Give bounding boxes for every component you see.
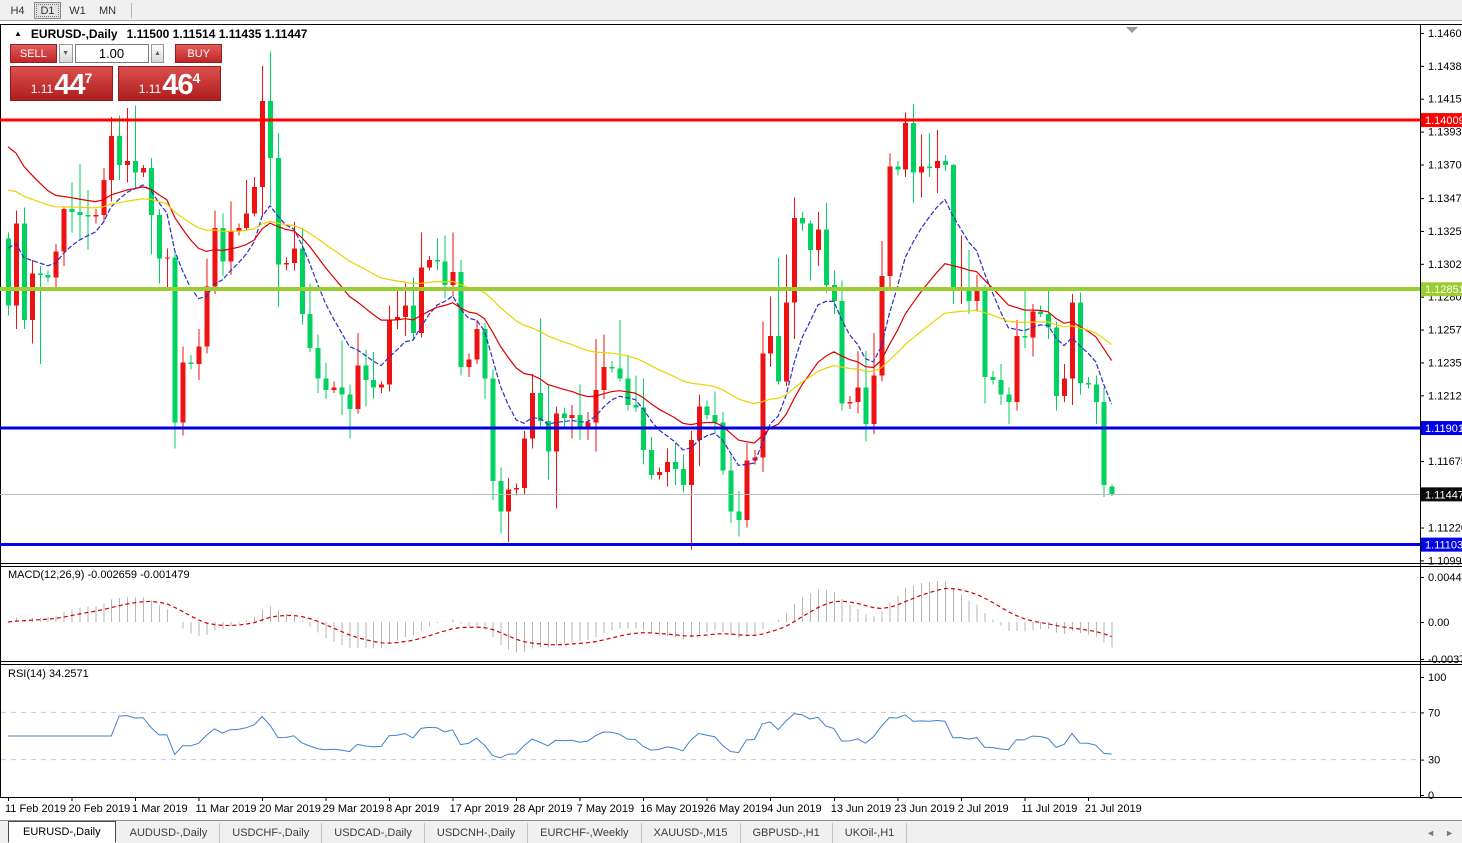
date-label: 29 Mar 2019 (323, 803, 385, 815)
rsi-name: RSI(14) (8, 668, 46, 680)
macd-indicator-label: MACD(12,26,9) -0.002659 -0.001479 (8, 569, 190, 581)
date-label: 20 Feb 2019 (69, 803, 131, 815)
date-label: 7 May 2019 (577, 803, 634, 815)
tab-usdchf-daily[interactable]: USDCHF-,Daily (220, 823, 322, 843)
price-tick-label: 1.13250 (1428, 226, 1462, 238)
macd-values: -0.002659 -0.001479 (87, 569, 189, 581)
tab-ukoil-h1[interactable]: UKOil-,H1 (833, 823, 908, 843)
tab-gbpusd-h1[interactable]: GBPUSD-,H1 (741, 823, 833, 843)
date-label: 21 Jul 2019 (1085, 803, 1142, 815)
price-level-label: 1.14009 (1425, 115, 1462, 127)
tab-eurusd-daily[interactable]: EURUSD-,Daily (8, 821, 116, 843)
price-level-label: 1.11901 (1425, 423, 1462, 435)
price-tick-label: 1.11675 (1428, 456, 1462, 468)
tab-scroll-left-icon[interactable]: ◄ (1426, 828, 1435, 838)
toolbar-separator (131, 3, 132, 18)
date-label: 16 May 2019 (640, 803, 704, 815)
price-tick-label: 1.11220 (1428, 523, 1462, 535)
date-label: 4 Jun 2019 (767, 803, 821, 815)
chart-ohlc-values: 1.11500 1.11514 1.11435 1.11447 (127, 27, 308, 41)
rsi-scale-label: 100 (1428, 672, 1446, 684)
price-tick-label: 1.13025 (1428, 259, 1462, 271)
price-tick-label: 1.10995 (1428, 555, 1462, 567)
timeframe-w1-button[interactable]: W1 (64, 2, 91, 19)
price-level-label: 1.11447 (1425, 489, 1462, 501)
date-label: 1 Mar 2019 (132, 803, 188, 815)
rsi-scale-label: 30 (1428, 755, 1440, 767)
tab-audusd-daily[interactable]: AUDUSD-,Daily (118, 823, 221, 843)
buy-price-pip: 4 (192, 70, 200, 86)
sell-price-prefix: 1.11 (31, 82, 53, 96)
rsi-value: 34.2571 (49, 668, 89, 680)
macd-scale-label: 0.00 (1428, 617, 1449, 629)
trading-terminal: H4 D1 W1 MN 1.14605 1.14380 1.14155 1.13930… (0, 0, 1462, 843)
sell-price-big: 44 (54, 71, 84, 100)
date-label: 20 Mar 2019 (259, 803, 321, 815)
price-tick-label: 1.14155 (1428, 94, 1462, 106)
volume-input[interactable] (75, 44, 149, 63)
buy-price-display[interactable]: 1.11 46 4 (118, 66, 221, 101)
tab-scroll-right-icon[interactable]: ► (1445, 828, 1454, 838)
date-label: 23 Jun 2019 (894, 803, 955, 815)
price-tick-label: 1.13475 (1428, 193, 1462, 205)
tab-xauusd-m15[interactable]: XAUUSD-,M15 (642, 823, 741, 843)
timeframe-toolbar: H4 D1 W1 MN (0, 0, 1462, 21)
rsi-scale-label: 70 (1428, 707, 1440, 719)
macd-name: MACD(12,26,9) (8, 569, 84, 581)
date-label: 11 Feb 2019 (5, 803, 66, 815)
chart-title: ▲ EURUSD-,Daily 1.11500 1.11514 1.11435 … (14, 27, 307, 41)
macd-scale-label: -0.003715 (1428, 654, 1462, 666)
price-tick-label: 1.12125 (1428, 390, 1462, 402)
tab-usdcad-daily[interactable]: USDCAD-,Daily (322, 823, 425, 843)
date-label: 8 Apr 2019 (386, 803, 439, 815)
volume-increase-button[interactable]: ▲ (151, 44, 165, 63)
date-label: 26 May 2019 (704, 803, 768, 815)
tab-eurchf-weekly[interactable]: EURCHF-,Weekly (528, 823, 641, 843)
price-tick-label: 1.14380 (1428, 61, 1462, 73)
rsi-scale-label: 0 (1428, 790, 1434, 802)
date-label: 2 Jul 2019 (958, 803, 1009, 815)
macd-scale-label: 0.004465 (1428, 572, 1462, 584)
price-tick-label: 1.14605 (1428, 28, 1462, 40)
date-label: 28 Apr 2019 (513, 803, 572, 815)
timeframe-h4-button[interactable]: H4 (4, 2, 31, 19)
date-label: 13 Jun 2019 (831, 803, 892, 815)
date-label: 11 Jul 2019 (1021, 803, 1077, 815)
buy-button[interactable]: BUY (175, 44, 222, 63)
one-click-trading-panel: SELL ▼ ▲ BUY 1.11 44 7 1.11 46 4 (10, 44, 222, 101)
chart-area[interactable]: 1.14605 1.14380 1.14155 1.13930 1.13705 1.134… (0, 0, 1462, 843)
price-level-label: 1.12851 (1425, 284, 1462, 296)
buy-price-big: 46 (162, 71, 192, 100)
price-tick-label: 1.13705 (1428, 159, 1462, 171)
chart-tab-bar: EURUSD-,Daily AUDUSD-,Daily USDCHF-,Dail… (0, 820, 1462, 843)
price-level-label: 1.11103 (1425, 540, 1462, 552)
sell-button[interactable]: SELL (10, 44, 57, 63)
price-tick-label: 1.12350 (1428, 357, 1462, 369)
timeframe-d1-button[interactable]: D1 (34, 2, 61, 19)
buy-price-prefix: 1.11 (139, 82, 161, 96)
volume-decrease-button[interactable]: ▼ (59, 44, 73, 63)
sell-price-pip: 7 (84, 70, 92, 86)
one-click-collapse-icon[interactable]: ▲ (14, 28, 22, 40)
price-tick-label: 1.13930 (1428, 127, 1462, 139)
price-tick-label: 1.12575 (1428, 325, 1462, 337)
chart-symbol-period: EURUSD-,Daily (31, 27, 118, 41)
timeframe-mn-button[interactable]: MN (94, 2, 121, 19)
tab-usdcnh-daily[interactable]: USDCNH-,Daily (425, 823, 528, 843)
sell-price-display[interactable]: 1.11 44 7 (10, 66, 113, 101)
rsi-indicator-label: RSI(14) 34.2571 (8, 668, 89, 680)
date-label: 17 Apr 2019 (450, 803, 509, 815)
date-label: 11 Mar 2019 (196, 803, 257, 815)
